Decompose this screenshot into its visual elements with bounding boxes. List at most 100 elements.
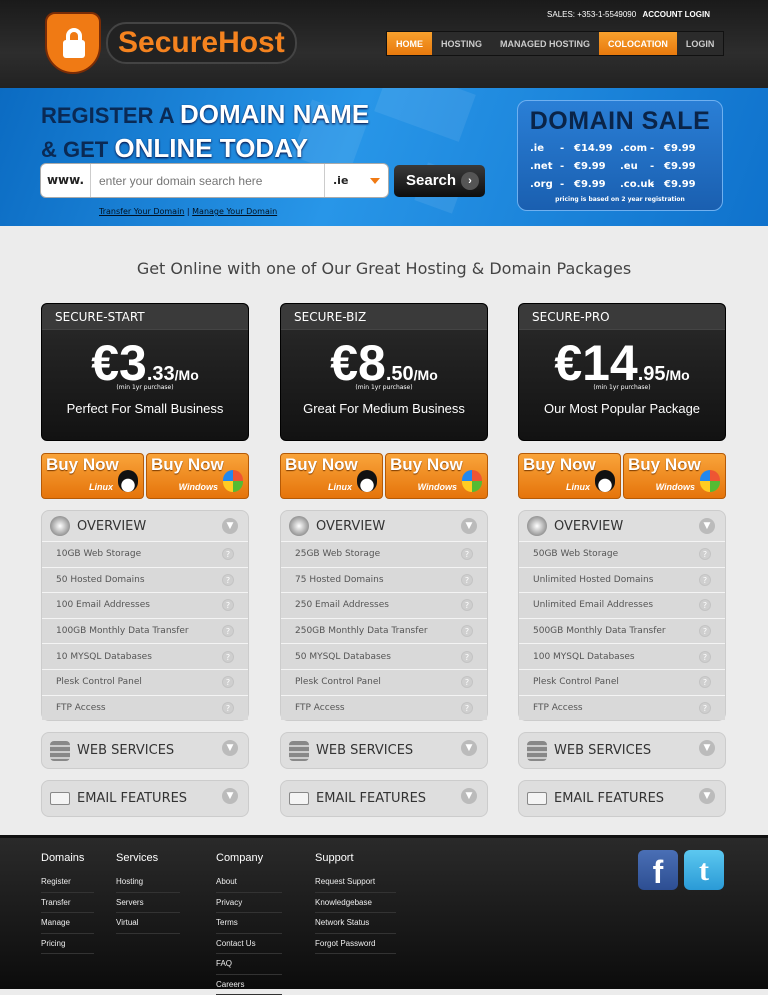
help-icon[interactable]: ? [461, 651, 473, 663]
web-services-header[interactable]: WEB SERVICES ▼ [42, 733, 248, 768]
footer-link[interactable]: Knowledgebase [315, 893, 396, 914]
buy-linux-button[interactable]: Buy Now Linux [41, 453, 144, 499]
chevron-down-icon[interactable]: ▼ [461, 518, 477, 534]
footer-link[interactable]: Careers [216, 975, 282, 995]
help-icon[interactable]: ? [699, 625, 711, 637]
help-icon[interactable]: ? [699, 702, 711, 714]
logo[interactable]: SecureHost [106, 22, 297, 64]
help-icon[interactable]: ? [461, 702, 473, 714]
email-features-header[interactable]: EMAIL FEATURES ▼ [519, 781, 725, 816]
search-button[interactable]: Search › [394, 165, 485, 197]
feature-row: 100 Email Addresses ? [42, 592, 248, 618]
buy-linux-button[interactable]: Buy Now Linux [518, 453, 621, 499]
nav-colocation[interactable]: COLOCATION [599, 32, 677, 55]
transfer-domain-link[interactable]: Transfer Your Domain [99, 207, 184, 216]
footer-link[interactable]: Register [41, 872, 94, 893]
email-features-panel[interactable]: EMAIL FEATURES ▼ [280, 780, 488, 817]
feature-row: 50 Hosted Domains ? [42, 567, 248, 593]
tld-select[interactable]: .ie [324, 164, 388, 197]
nav-managed-hosting[interactable]: MANAGED HOSTING [491, 32, 599, 55]
help-icon[interactable]: ? [222, 702, 234, 714]
footer-link[interactable]: Terms [216, 913, 282, 934]
help-icon[interactable]: ? [461, 574, 473, 586]
chevron-down-icon[interactable]: ▼ [222, 518, 238, 534]
chevron-down-icon[interactable]: ▼ [222, 788, 238, 804]
help-icon[interactable]: ? [699, 651, 711, 663]
chevron-down-icon[interactable]: ▼ [461, 788, 477, 804]
nav-hosting[interactable]: HOSTING [432, 32, 491, 55]
footer-link[interactable]: Transfer [41, 893, 94, 914]
web-services-panel[interactable]: WEB SERVICES ▼ [41, 732, 249, 769]
buy-linux-button[interactable]: Buy Now Linux [280, 453, 383, 499]
email-features-panel[interactable]: EMAIL FEATURES ▼ [41, 780, 249, 817]
buy-windows-button[interactable]: Buy Now Windows [385, 453, 488, 499]
footer-link[interactable]: Hosting [116, 872, 180, 893]
domain-search-input[interactable] [91, 164, 324, 197]
email-features-header[interactable]: EMAIL FEATURES ▼ [42, 781, 248, 816]
chevron-down-icon[interactable]: ▼ [699, 740, 715, 756]
sale-item: .org-€9.99 [530, 176, 620, 194]
help-icon[interactable]: ? [699, 548, 711, 560]
help-icon[interactable]: ? [699, 574, 711, 586]
price-euros: €14 [554, 335, 637, 391]
overview-header[interactable]: OVERVIEW ▼ [281, 511, 487, 541]
help-icon[interactable]: ? [222, 625, 234, 637]
chevron-down-icon[interactable]: ▼ [699, 518, 715, 534]
web-services-header[interactable]: WEB SERVICES ▼ [281, 733, 487, 768]
help-icon[interactable]: ? [699, 676, 711, 688]
help-icon[interactable]: ? [222, 599, 234, 611]
footer-link[interactable]: Manage [41, 913, 94, 934]
plan-header: SECURE-PRO €14.95/Mo (min 1yr purchase) … [518, 303, 726, 441]
account-login-link[interactable]: ACCOUNT LOGIN [642, 10, 710, 19]
overview-panel: OVERVIEW ▼ 25GB Web Storage ? 75 Hosted … [280, 510, 488, 721]
help-icon[interactable]: ? [461, 599, 473, 611]
feature-row: FTP Access ? [281, 695, 487, 721]
buy-windows-button[interactable]: Buy Now Windows [146, 453, 249, 499]
overview-header[interactable]: OVERVIEW ▼ [42, 511, 248, 541]
footer-link[interactable]: Contact Us [216, 934, 282, 955]
web-services-panel[interactable]: WEB SERVICES ▼ [518, 732, 726, 769]
email-features-title: EMAIL FEATURES [77, 791, 187, 806]
sale-tld: .ie [530, 140, 560, 158]
database-icon [50, 741, 70, 761]
sale-tld: .com [620, 140, 650, 158]
chevron-down-icon[interactable]: ▼ [699, 788, 715, 804]
help-icon[interactable]: ? [461, 676, 473, 688]
packages-title: Get Online with one of Our Great Hosting… [0, 259, 768, 278]
chevron-down-icon[interactable]: ▼ [222, 740, 238, 756]
nav-home[interactable]: HOME [387, 32, 432, 55]
hero-line1-a: REGISTER A [41, 103, 180, 128]
web-services-header[interactable]: WEB SERVICES ▼ [519, 733, 725, 768]
nav-login[interactable]: LOGIN [677, 32, 724, 55]
sale-tld: .org [530, 176, 560, 194]
help-icon[interactable]: ? [222, 651, 234, 663]
help-icon[interactable]: ? [699, 599, 711, 611]
facebook-icon[interactable]: f [638, 850, 678, 890]
footer-link[interactable]: About [216, 872, 282, 893]
help-icon[interactable]: ? [222, 676, 234, 688]
web-services-panel[interactable]: WEB SERVICES ▼ [280, 732, 488, 769]
footer-link[interactable]: FAQ [216, 954, 282, 975]
footer-link[interactable]: Forgot Password [315, 934, 396, 955]
footer-link[interactable]: Virtual [116, 913, 180, 934]
help-icon[interactable]: ? [222, 574, 234, 586]
twitter-icon[interactable]: t [684, 850, 724, 890]
email-features-header[interactable]: EMAIL FEATURES ▼ [281, 781, 487, 816]
footer-link[interactable]: Pricing [41, 934, 94, 955]
footer-column: CompanyAboutPrivacyTermsContact UsFAQCar… [216, 852, 282, 995]
help-icon[interactable]: ? [461, 625, 473, 637]
footer-link[interactable]: Privacy [216, 893, 282, 914]
buy-windows-button[interactable]: Buy Now Windows [623, 453, 726, 499]
footer-link[interactable]: Servers [116, 893, 180, 914]
help-icon[interactable]: ? [461, 548, 473, 560]
chevron-down-icon[interactable]: ▼ [461, 740, 477, 756]
email-features-panel[interactable]: EMAIL FEATURES ▼ [518, 780, 726, 817]
footer-link[interactable]: Request Support [315, 872, 396, 893]
tld-selected: .ie [333, 174, 348, 187]
sale-row: .ie-€14.99.com-€9.99 [530, 140, 722, 158]
overview-header[interactable]: OVERVIEW ▼ [519, 511, 725, 541]
manage-domain-link[interactable]: Manage Your Domain [192, 207, 277, 216]
help-icon[interactable]: ? [222, 548, 234, 560]
footer-link[interactable]: Network Status [315, 913, 396, 934]
logo-lock-icon[interactable] [45, 12, 101, 74]
